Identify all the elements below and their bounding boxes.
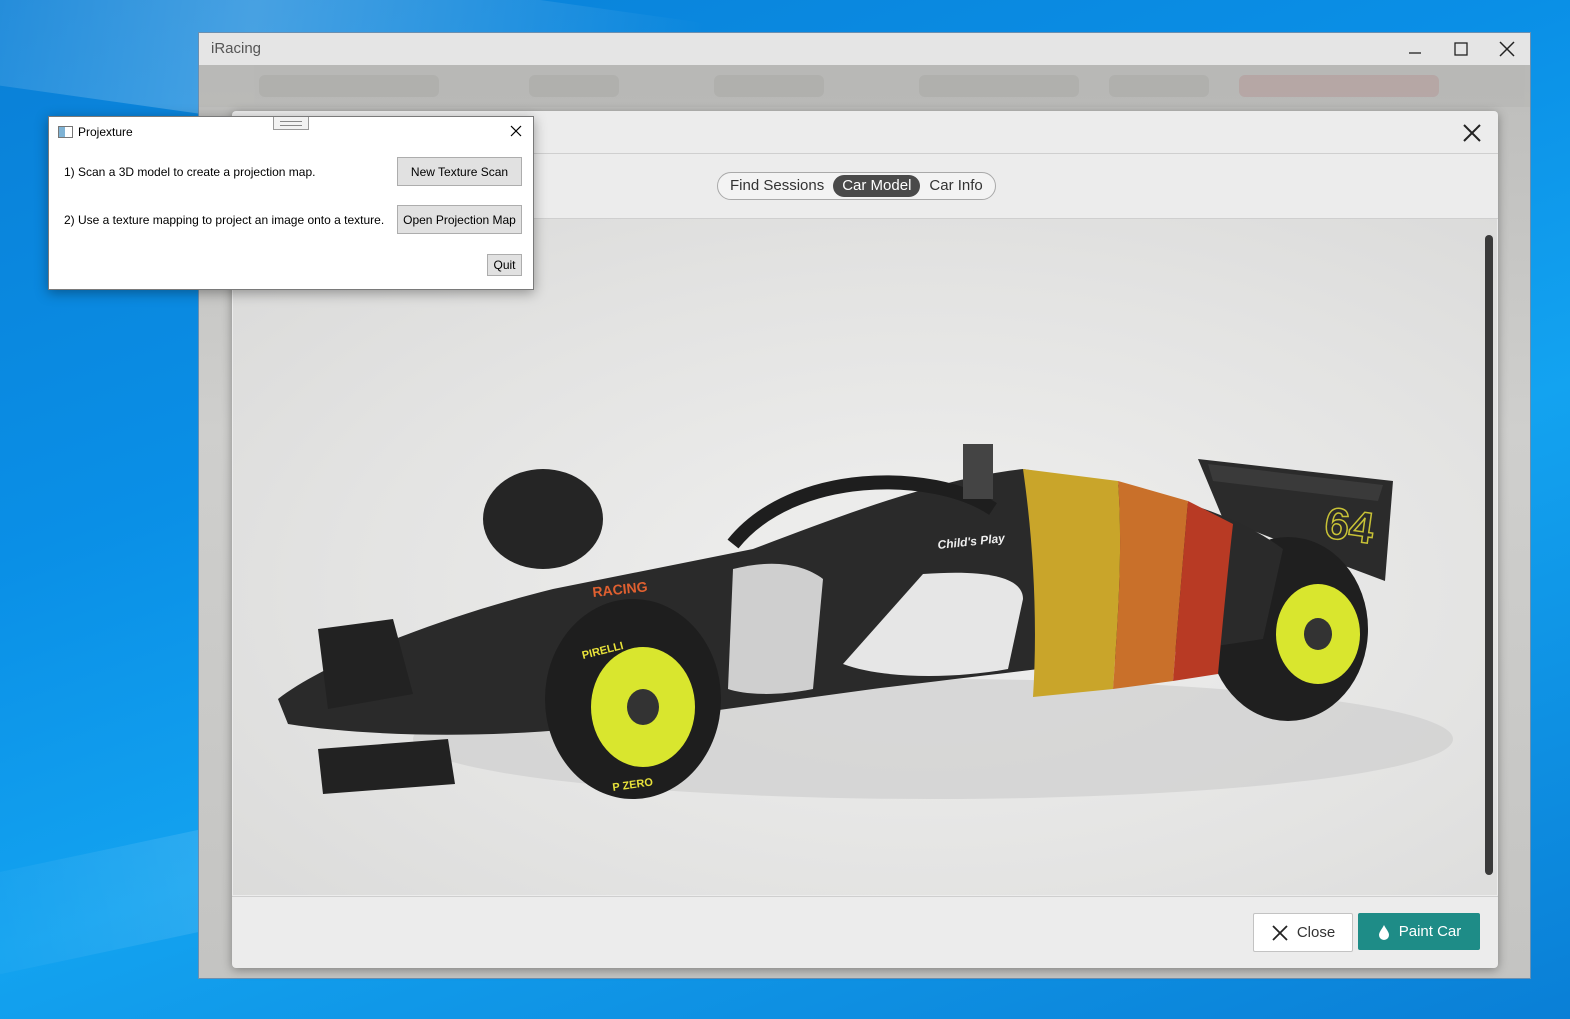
car-model-render: 64 RACING Child's Play PIRELLI P ZERO: [278, 444, 1453, 799]
new-texture-scan-button[interactable]: New Texture Scan: [397, 157, 522, 186]
step2-instruction: 2) Use a texture mapping to project an i…: [64, 213, 385, 227]
minimize-button[interactable]: [1392, 33, 1438, 65]
paint-car-label: Paint Car: [1398, 923, 1462, 940]
modal-close-button[interactable]: [1460, 121, 1484, 145]
close-icon: [1272, 924, 1288, 941]
car-3d-viewer[interactable]: 64 RACING Child's Play PIRELLI P ZERO: [233, 219, 1497, 895]
car-number: 64: [1322, 498, 1378, 553]
close-icon: [1499, 41, 1515, 57]
view-tabs: Find Sessions Car Model Car Info: [717, 172, 996, 200]
open-projection-map-button[interactable]: Open Projection Map: [397, 205, 522, 234]
window-close-button[interactable]: [1484, 33, 1530, 65]
dialog-close-button[interactable]: [505, 121, 527, 141]
close-button[interactable]: Close: [1253, 913, 1353, 952]
app-icon: [58, 126, 73, 138]
tab-find-sessions[interactable]: Find Sessions: [721, 175, 833, 197]
maximize-button[interactable]: [1438, 33, 1484, 65]
dialog-title: Projexture: [78, 125, 133, 139]
quit-button[interactable]: Quit: [487, 254, 522, 276]
close-icon: [510, 125, 522, 137]
viewer-scrollbar[interactable]: [1485, 235, 1493, 875]
close-button-label: Close: [1296, 924, 1336, 941]
projexture-dialog: Projexture 1) Scan a 3D model to create …: [48, 116, 534, 290]
paint-drop-icon: [1378, 924, 1389, 940]
divider: [232, 896, 1498, 897]
window-title: iRacing: [211, 40, 262, 57]
app-nav-bar-blurred: [199, 65, 1530, 107]
minimize-icon: [1409, 52, 1421, 54]
paint-car-button[interactable]: Paint Car: [1358, 913, 1480, 950]
window-titlebar[interactable]: iRacing: [199, 33, 1530, 65]
step1-instruction: 1) Scan a 3D model to create a projectio…: [64, 165, 316, 179]
maximize-icon: [1454, 42, 1468, 56]
tab-car-model[interactable]: Car Model: [833, 175, 921, 197]
close-icon: [1463, 124, 1481, 142]
tab-car-info[interactable]: Car Info: [920, 175, 991, 197]
drag-handle[interactable]: [273, 117, 309, 130]
